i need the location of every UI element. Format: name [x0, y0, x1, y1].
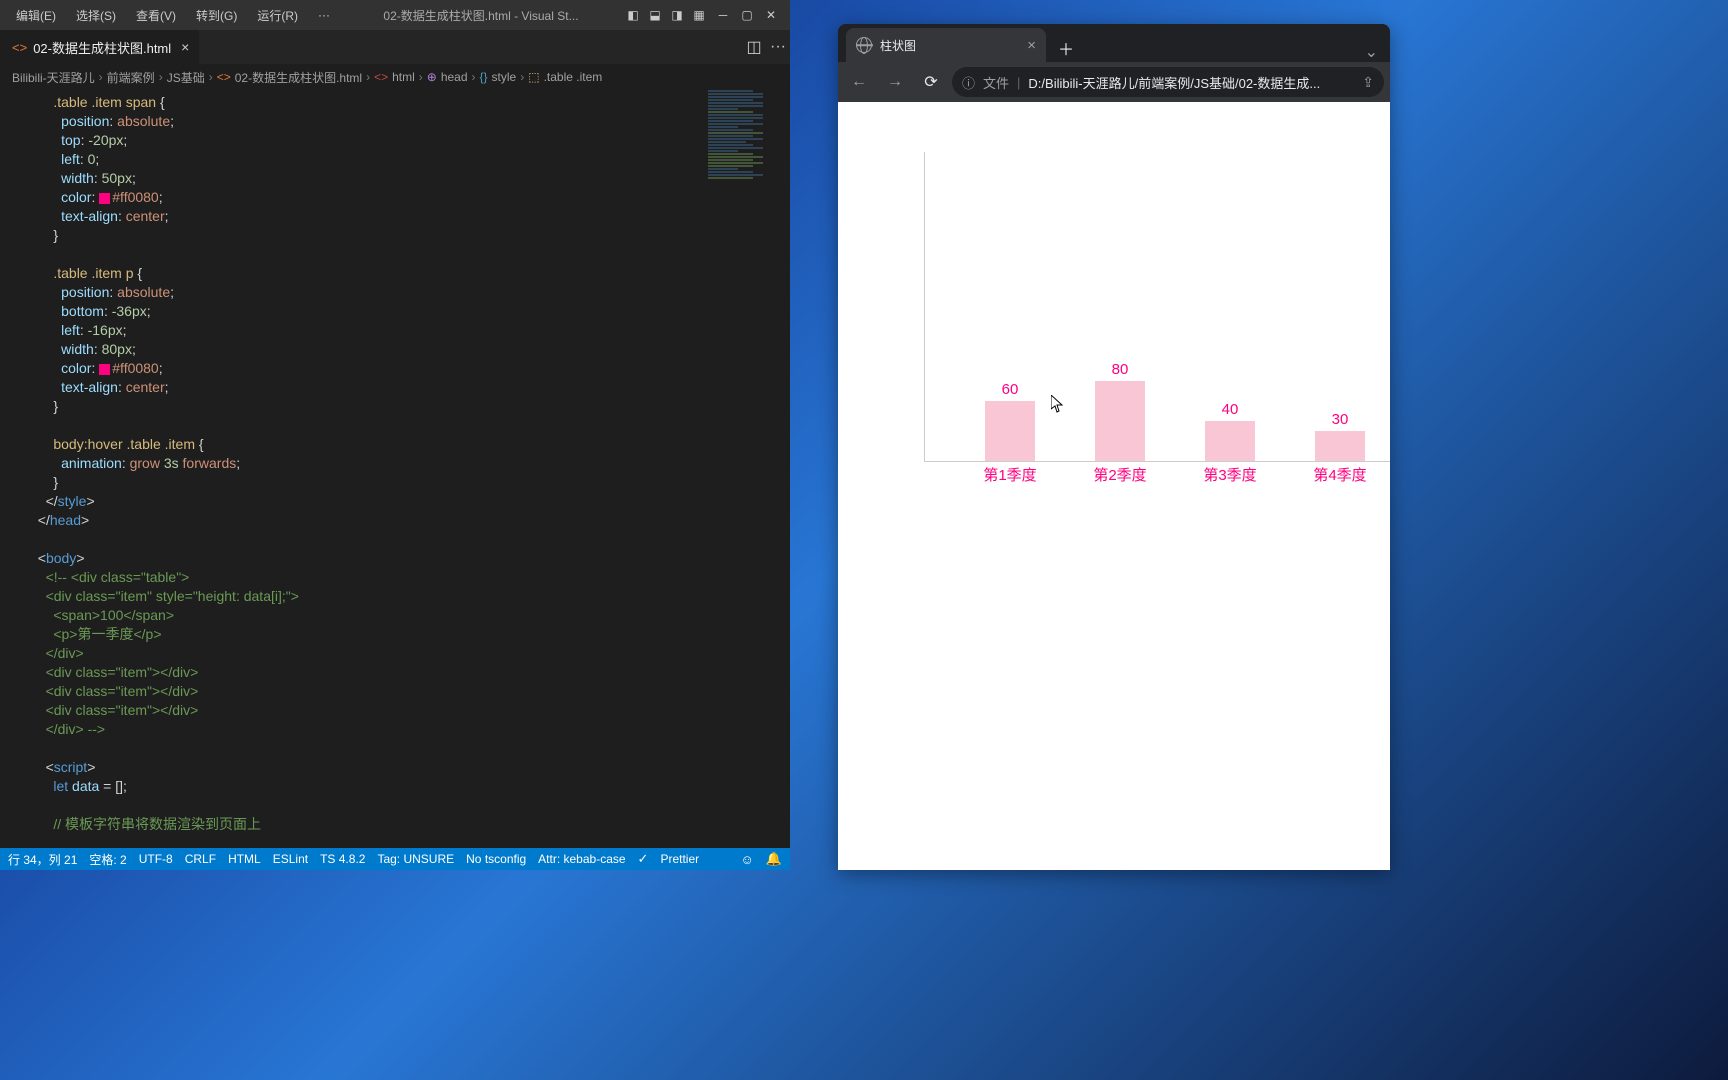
tab-close-icon[interactable]: ×	[181, 39, 189, 55]
minimap[interactable]	[702, 89, 790, 848]
bar-value: 30	[1315, 411, 1365, 428]
status-tag[interactable]: Tag: UNSURE	[377, 852, 454, 866]
breadcrumb-item[interactable]: html	[392, 70, 415, 84]
menu-more[interactable]: ···	[310, 8, 338, 22]
tabs-dropdown-icon[interactable]: ⌄	[1365, 42, 1378, 62]
breadcrumb-item[interactable]: Bilibili-天涯路儿	[12, 69, 95, 86]
bar-value: 80	[1095, 361, 1145, 378]
head-tag-icon: ⊕	[427, 70, 437, 84]
chart-bar: 40第3季度	[1205, 421, 1255, 461]
html-file-icon: <>	[217, 70, 231, 84]
bar-label: 第4季度	[1299, 464, 1381, 485]
prettier-check-icon: ✓	[638, 851, 649, 867]
css-rule-icon: ⬚	[528, 70, 539, 84]
site-info-icon[interactable]: ⓘ	[962, 73, 975, 92]
split-editor-icon[interactable]: ◫	[742, 35, 766, 59]
reload-icon[interactable]: ⟳	[916, 67, 946, 97]
breadcrumb-item[interactable]: .table .item	[544, 70, 603, 84]
menu-edit[interactable]: 编辑(E)	[8, 7, 64, 24]
tab-bar: <> 02-数据生成柱状图.html × ◫ ···	[0, 30, 790, 65]
menu-run[interactable]: 运行(R)	[249, 7, 306, 24]
status-prettier[interactable]: Prettier	[660, 852, 699, 866]
menu-go[interactable]: 转到(G)	[188, 7, 245, 24]
vscode-window: 编辑(E) 选择(S) 查看(V) 转到(G) 运行(R) ··· 02-数据生…	[0, 0, 790, 870]
bell-icon[interactable]: 🔔	[766, 851, 782, 867]
breadcrumb-item[interactable]: style	[492, 70, 517, 84]
page-content: 60第1季度80第2季度40第3季度30第4季度	[838, 102, 1390, 870]
file-tab-label: 02-数据生成柱状图.html	[33, 38, 171, 57]
status-attr[interactable]: Attr: kebab-case	[538, 852, 625, 866]
minimize-icon[interactable]: ─	[712, 4, 734, 26]
feedback-icon[interactable]: ☺	[741, 852, 754, 867]
chart-bar: 60第1季度	[985, 401, 1035, 461]
globe-icon	[856, 37, 872, 53]
window-controls: ─ ▢ ✕	[712, 4, 782, 26]
browser-toolbar: ← → ⟳ ⓘ 文件 | D:/Bilibili-天涯路儿/前端案例/JS基础/…	[838, 62, 1390, 102]
browser-tab-title: 柱状图	[880, 37, 916, 54]
menu-select[interactable]: 选择(S)	[68, 7, 124, 24]
bar-label: 第2季度	[1079, 464, 1161, 485]
breadcrumb-item[interactable]: 前端案例	[107, 69, 155, 86]
browser-tab[interactable]: 柱状图 ×	[846, 28, 1046, 62]
layout-panel-icon[interactable]: ⬓	[646, 6, 664, 24]
address-scheme: 文件	[983, 73, 1009, 92]
back-icon[interactable]: ←	[844, 67, 874, 97]
status-eslint[interactable]: ESLint	[273, 852, 308, 866]
bar-label: 第1季度	[969, 464, 1051, 485]
bar-value: 60	[985, 381, 1035, 398]
code-area[interactable]: .table .item span { position: absolute; …	[10, 89, 790, 848]
window-title: 02-数据生成柱状图.html - Visual St...	[342, 7, 620, 24]
breadcrumb-item[interactable]: 02-数据生成柱状图.html	[235, 69, 362, 86]
editor[interactable]: .table .item span { position: absolute; …	[0, 89, 790, 848]
forward-icon[interactable]: →	[880, 67, 910, 97]
status-encoding[interactable]: UTF-8	[139, 852, 173, 866]
status-spaces[interactable]: 空格: 2	[89, 851, 126, 868]
status-language[interactable]: HTML	[228, 852, 261, 866]
status-eol[interactable]: CRLF	[185, 852, 216, 866]
file-tab[interactable]: <> 02-数据生成柱状图.html ×	[0, 30, 199, 65]
maximize-icon[interactable]: ▢	[736, 4, 758, 26]
browser-tab-row: 柱状图 × ＋ ⌄	[838, 24, 1390, 62]
bar-chart: 60第1季度 80第2季度 40第3季度 30第4季度	[924, 152, 1390, 462]
new-tab-icon[interactable]: ＋	[1052, 34, 1080, 62]
layout-customize-icon[interactable]: ▦	[690, 6, 708, 24]
status-bar: 行 34，列 21 空格: 2 UTF-8 CRLF HTML ESLint T…	[0, 848, 790, 870]
status-ts[interactable]: TS 4.8.2	[320, 852, 365, 866]
layout-sidebar-left-icon[interactable]: ◧	[624, 6, 642, 24]
address-url: D:/Bilibili-天涯路儿/前端案例/JS基础/02-数据生成...	[1028, 73, 1320, 92]
html-file-icon: <>	[12, 40, 27, 55]
tab-more-icon[interactable]: ···	[766, 35, 790, 59]
chart-bar: 80第2季度	[1095, 381, 1145, 461]
chart-bar: 30第4季度	[1315, 431, 1365, 461]
layout-sidebar-right-icon[interactable]: ◨	[668, 6, 686, 24]
breadcrumb[interactable]: Bilibili-天涯路儿› 前端案例› JS基础› <> 02-数据生成柱状图…	[0, 65, 790, 89]
style-tag-icon: {}	[480, 70, 488, 84]
status-cursor-pos[interactable]: 行 34，列 21	[8, 851, 77, 868]
browser-window: 柱状图 × ＋ ⌄ ← → ⟳ ⓘ 文件 | D:/Bilibili-天涯路儿/…	[838, 24, 1390, 870]
menu-view[interactable]: 查看(V)	[128, 7, 184, 24]
bar-value: 40	[1205, 401, 1255, 418]
share-icon[interactable]: ⇪	[1362, 74, 1374, 91]
breadcrumb-item[interactable]: JS基础	[167, 69, 205, 86]
bar-label: 第3季度	[1189, 464, 1271, 485]
line-gutter	[0, 89, 10, 848]
address-bar[interactable]: ⓘ 文件 | D:/Bilibili-天涯路儿/前端案例/JS基础/02-数据生…	[952, 67, 1384, 97]
status-tsconfig[interactable]: No tsconfig	[466, 852, 526, 866]
tab-close-icon[interactable]: ×	[1027, 37, 1036, 54]
close-icon[interactable]: ✕	[760, 4, 782, 26]
html-tag-icon: <>	[374, 70, 388, 84]
breadcrumb-item[interactable]: head	[441, 70, 468, 84]
title-bar: 编辑(E) 选择(S) 查看(V) 转到(G) 运行(R) ··· 02-数据生…	[0, 0, 790, 30]
